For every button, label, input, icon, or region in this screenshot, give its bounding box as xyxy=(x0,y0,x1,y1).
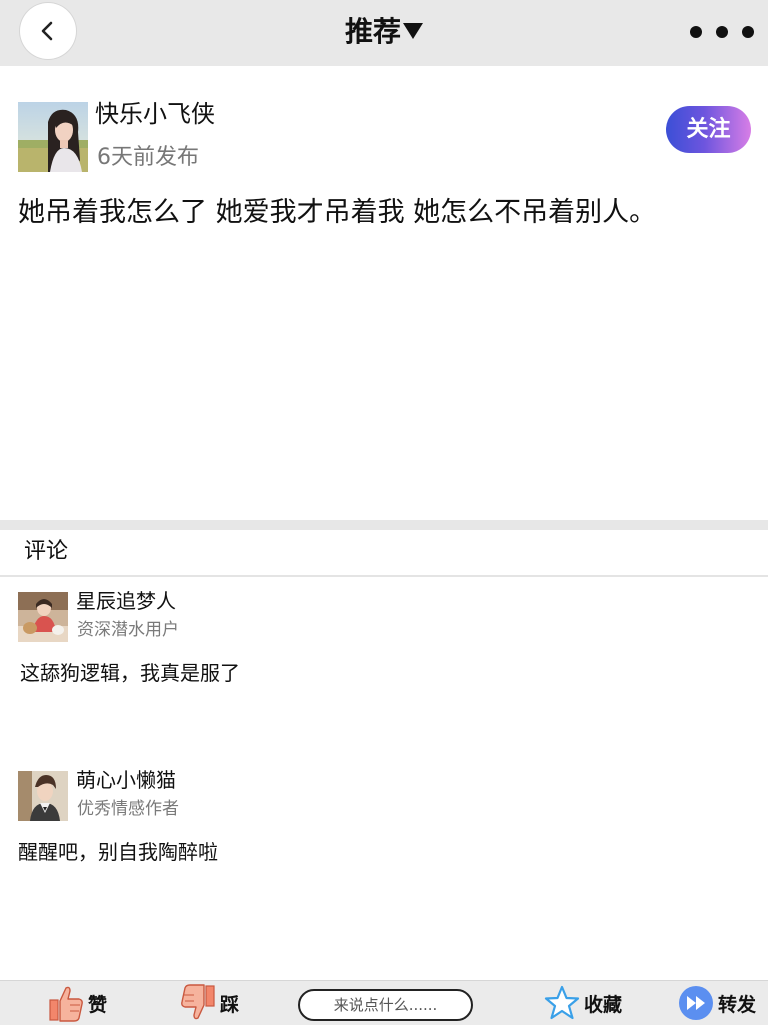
commenter-name[interactable]: 星辰追梦人 xyxy=(76,586,176,616)
post-timestamp: 6天前发布 xyxy=(97,145,199,170)
dislike-label: 踩 xyxy=(220,993,240,1016)
top-navigation-bar: 推荐 xyxy=(0,0,768,66)
dislike-button[interactable]: 踩 xyxy=(180,981,239,1025)
more-dots-icon xyxy=(716,26,728,38)
commenter-name[interactable]: 萌心小懒猫 xyxy=(76,765,176,795)
more-options-button[interactable] xyxy=(690,18,754,46)
comments-heading: 评论 xyxy=(24,539,69,564)
comment-text: 这舔狗逻辑，我真是服了 xyxy=(20,661,240,685)
star-icon xyxy=(544,985,580,1020)
author-name[interactable]: 快乐小飞侠 xyxy=(95,98,215,130)
feed-selector[interactable]: 推荐 xyxy=(0,10,768,54)
thumbs-up-icon xyxy=(49,986,83,1022)
commenter-badge: 资深潜水用户 xyxy=(77,620,179,640)
thumbs-down-icon xyxy=(181,984,215,1020)
post-content: 她吊着我怎么了 她爱我才吊着我 她怎么不吊着别人。 xyxy=(18,197,657,228)
favorite-label: 收藏 xyxy=(584,993,623,1016)
comments-divider xyxy=(0,575,768,577)
share-button[interactable]: 转发 xyxy=(678,981,756,1025)
author-avatar[interactable] xyxy=(18,102,88,172)
favorite-button[interactable]: 收藏 xyxy=(544,981,622,1025)
like-label: 赞 xyxy=(88,993,108,1016)
bottom-action-bar: 赞 踩 来说点什么...... 收藏 转发 xyxy=(0,980,768,1025)
comment-item: 萌心小懒猫 优秀情感作者 醒醒吧，别自我陶醉啦 xyxy=(0,768,768,931)
comment-text: 醒醒吧，别自我陶醉啦 xyxy=(18,840,218,864)
like-button[interactable]: 赞 xyxy=(48,981,107,1025)
commenter-avatar[interactable] xyxy=(18,592,68,642)
dropdown-caret-icon xyxy=(403,23,423,39)
share-label: 转发 xyxy=(718,993,757,1016)
follow-button[interactable]: 关注 xyxy=(666,106,751,153)
section-divider xyxy=(0,520,768,530)
commenter-badge: 优秀情感作者 xyxy=(77,799,179,819)
page-title: 推荐 xyxy=(344,15,401,48)
more-dots-icon xyxy=(690,26,702,38)
fast-forward-icon xyxy=(679,986,713,1020)
more-dots-icon xyxy=(742,26,754,38)
commenter-avatar[interactable] xyxy=(18,771,68,821)
comment-item: 星辰追梦人 资深潜水用户 这舔狗逻辑，我真是服了 xyxy=(0,589,768,752)
comment-input[interactable]: 来说点什么...... xyxy=(298,989,473,1021)
